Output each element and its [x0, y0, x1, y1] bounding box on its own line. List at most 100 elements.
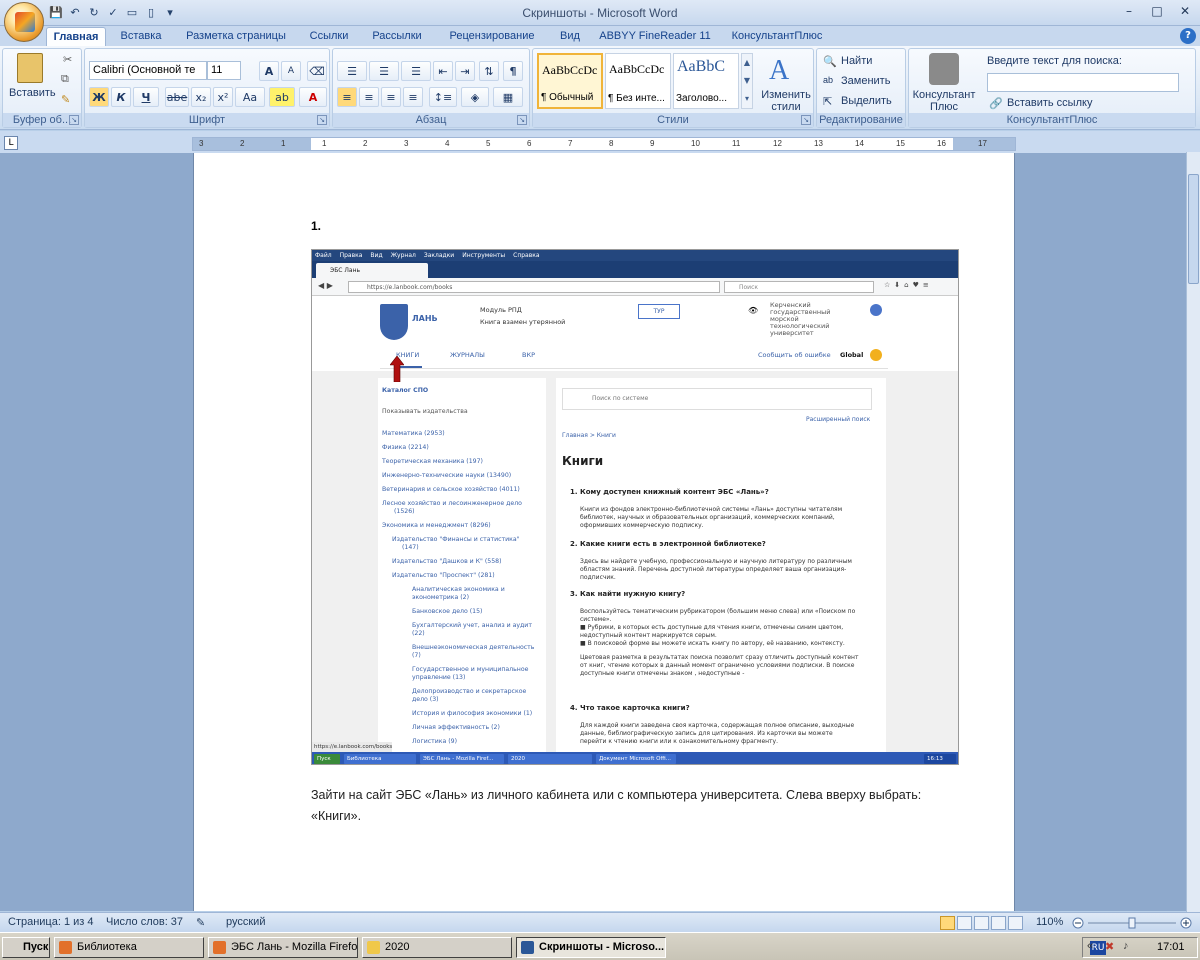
tab-references[interactable]: Ссылки [300, 27, 358, 47]
taskbar-item-firefox[interactable]: ЭБС Лань - Mozilla Firefox [208, 937, 358, 958]
spellcheck-icon[interactable]: ✓ [105, 4, 121, 20]
scrollbar-thumb[interactable] [1188, 174, 1199, 284]
tab-selector-icon[interactable]: L [4, 136, 18, 150]
ff-menu-item: Файл [315, 252, 332, 259]
replace-button[interactable]: Заменить [841, 75, 890, 87]
tab-view[interactable]: Вид [552, 27, 588, 47]
copy-icon[interactable]: ⧉ [61, 73, 69, 86]
justify-icon[interactable]: ≡ [403, 87, 423, 107]
format-painter-icon[interactable]: ✎ [61, 93, 70, 106]
vertical-scrollbar[interactable] [1186, 152, 1200, 912]
paragraph-launcher-icon[interactable]: ↘ [517, 115, 527, 125]
consultant-search-input[interactable] [987, 73, 1179, 92]
borders-icon[interactable]: ▦ [493, 87, 523, 107]
tab-mailings[interactable]: Рассылки [364, 27, 430, 47]
bullets-icon[interactable]: ☰ [337, 61, 367, 81]
paste-button[interactable]: Вставить [9, 87, 56, 99]
tray-expand-icon[interactable]: « [1087, 940, 1093, 952]
horizontal-ruler[interactable]: 3 2 1 1 2 3 4 5 6 7 8 9 10 11 12 13 14 15 16 17 [192, 137, 1016, 151]
firefox-tabstrip: ЭБС Лань [312, 261, 958, 278]
language[interactable]: русский [226, 916, 265, 928]
line-spacing-icon[interactable]: ↕≡ [429, 87, 457, 107]
show-marks-icon[interactable]: ¶ [503, 61, 523, 81]
new-document-icon[interactable]: ▭ [124, 4, 140, 20]
style-no-spacing[interactable]: AaBbCcDc ¶ Без инте... [605, 53, 671, 109]
change-styles-button[interactable]: Изменить стили [759, 89, 813, 113]
shading-icon[interactable]: ◈ [461, 87, 489, 107]
change-case-button[interactable]: Aa [235, 87, 265, 107]
sb-item: Аналитическая экономика и [412, 586, 505, 593]
superscript-button[interactable]: x² [213, 87, 233, 107]
font-color-icon[interactable]: A [299, 87, 327, 107]
font-size-combo[interactable]: 11 [207, 61, 241, 80]
strikethrough-button[interactable]: abe [165, 87, 189, 107]
embedded-screenshot[interactable]: Файл Правка Вид Журнал Закладки Инструме… [311, 249, 959, 765]
tab-consultant[interactable]: КонсультантПлюс [724, 27, 830, 47]
subscript-button[interactable]: x₂ [191, 87, 211, 107]
office-logo-icon [15, 12, 35, 32]
maximize-button[interactable]: □ [1144, 2, 1170, 20]
instruction-paragraph: Зайти на сайт ЭБС «Лань» из личного каби… [311, 788, 922, 823]
office-button[interactable] [4, 2, 44, 42]
taskbar-item-word[interactable]: Скриншоты - Microso... [516, 937, 666, 958]
page-count[interactable]: Страница: 1 из 4 [8, 916, 94, 928]
styles-launcher-icon[interactable]: ↘ [801, 115, 811, 125]
ff-url-bar: https://e.lanbook.com/books [348, 281, 720, 293]
tab-home[interactable]: Главная [46, 27, 106, 47]
bold-button[interactable]: Ж [89, 87, 109, 107]
antivirus-icon[interactable]: ✖ [1105, 940, 1114, 953]
increase-indent-icon[interactable]: ⇥ [455, 61, 475, 81]
zoom-level[interactable]: 110% [1036, 916, 1063, 928]
taskbar-item-folder[interactable]: 2020 [362, 937, 512, 958]
customize-qat-icon[interactable]: ▾ [162, 4, 178, 20]
tab-page-layout[interactable]: Разметка страницы [178, 27, 294, 47]
draft-icon[interactable] [1008, 916, 1023, 930]
styles-scroll-icon[interactable]: ▲ ▼ ▾ [741, 53, 753, 109]
tab-abbyy[interactable]: ABBYY FineReader 11 [594, 27, 716, 47]
taskbar-item-library[interactable]: Библиотека [54, 937, 204, 958]
undo-icon[interactable]: ↶ [67, 4, 83, 20]
numbering-icon[interactable]: ☰ [369, 61, 399, 81]
spellcheck-status-icon[interactable]: ✎ [196, 916, 205, 929]
select-button[interactable]: Выделить [841, 95, 892, 107]
minimize-button[interactable]: – [1116, 2, 1142, 20]
grow-font-icon[interactable]: A [259, 61, 279, 81]
style-heading[interactable]: AaBbC Заголово... [673, 53, 739, 109]
insert-link-button[interactable]: Вставить ссылку [1007, 97, 1092, 109]
font-name-combo[interactable]: Calibri (Основной те [89, 61, 207, 80]
save-icon[interactable]: 💾 [48, 4, 64, 20]
highlight-icon[interactable]: ab [269, 87, 295, 107]
tab-insert[interactable]: Вставка [112, 27, 170, 47]
sort-icon[interactable]: ⇅ [479, 61, 499, 81]
clock[interactable]: 17:01 [1157, 941, 1185, 953]
open-icon[interactable]: ▯ [143, 4, 159, 20]
redo-icon[interactable]: ↻ [86, 4, 102, 20]
full-screen-reading-icon[interactable] [957, 916, 972, 930]
sb-catalog: Каталог СПО [382, 387, 429, 394]
word-count[interactable]: Число слов: 37 [106, 916, 183, 928]
web-layout-icon[interactable] [974, 916, 989, 930]
find-button[interactable]: Найти [841, 55, 872, 67]
consultant-button[interactable]: Консультант Плюс [911, 89, 977, 113]
outline-icon[interactable] [991, 916, 1006, 930]
align-left-icon[interactable]: ≡ [337, 87, 357, 107]
italic-button[interactable]: К [111, 87, 131, 107]
zoom-slider[interactable] [1072, 916, 1192, 930]
volume-icon[interactable]: ♪ [1123, 940, 1129, 952]
decrease-indent-icon[interactable]: ⇤ [433, 61, 453, 81]
align-right-icon[interactable]: ≡ [381, 87, 401, 107]
clipboard-launcher-icon[interactable]: ↘ [69, 115, 79, 125]
style-normal[interactable]: AaBbCcDc ¶ Обычный [537, 53, 603, 109]
print-layout-icon[interactable] [940, 916, 955, 930]
font-launcher-icon[interactable]: ↘ [317, 115, 327, 125]
align-center-icon[interactable]: ≡ [359, 87, 379, 107]
multilevel-list-icon[interactable]: ☰ [401, 61, 431, 81]
shrink-font-icon[interactable]: A [281, 61, 301, 81]
help-icon[interactable]: ? [1180, 28, 1196, 44]
start-button[interactable]: Пуск [2, 937, 50, 958]
tab-review[interactable]: Рецензирование [438, 27, 546, 47]
cut-icon[interactable]: ✂ [63, 53, 72, 66]
underline-button[interactable]: Ч [133, 87, 159, 107]
close-button[interactable]: ✕ [1172, 2, 1198, 20]
clear-format-icon[interactable]: ⌫ [307, 61, 327, 81]
